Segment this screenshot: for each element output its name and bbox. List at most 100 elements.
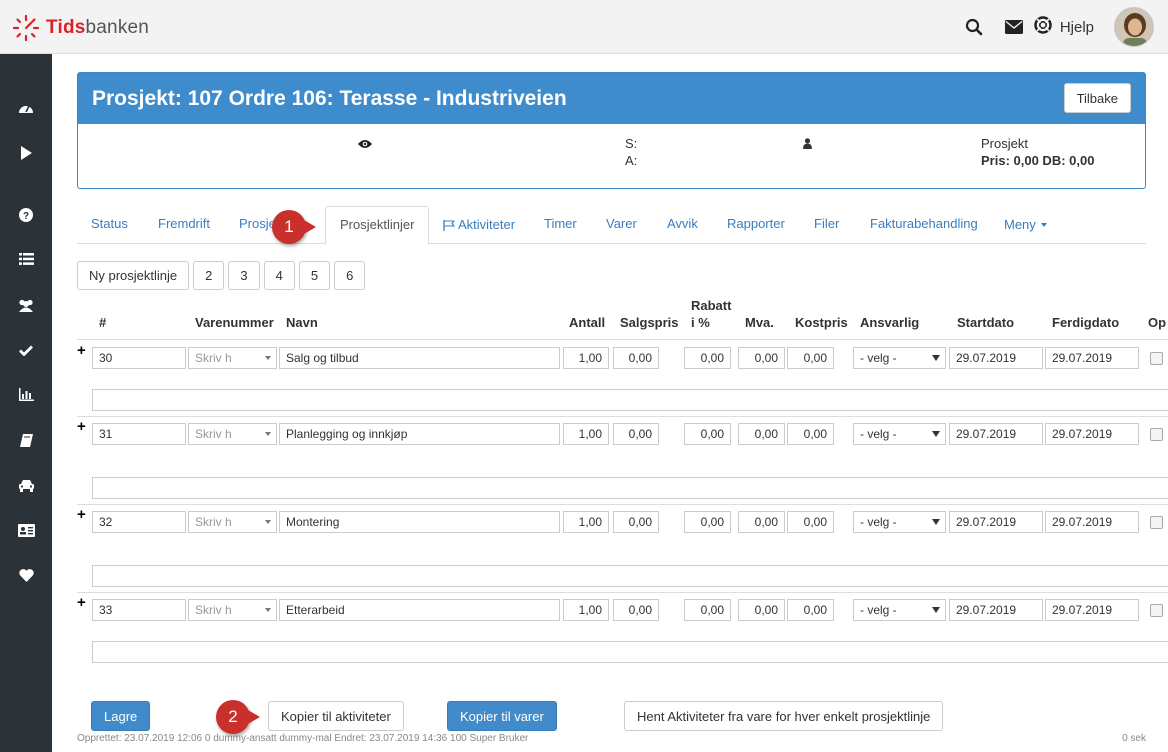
kostpris-input[interactable]: 0,00 — [787, 511, 834, 533]
render-time: 0 sek — [1122, 733, 1146, 744]
rabatt-input[interactable]: 0,00 — [684, 599, 731, 621]
startdato-input[interactable]: 29.07.2019 — [949, 347, 1043, 369]
ferdigdato-input[interactable]: 29.07.2019 — [1045, 423, 1139, 445]
back-button[interactable]: Tilbake — [1063, 83, 1131, 113]
antall-input[interactable]: 1,00 — [563, 423, 609, 445]
tab-status[interactable]: Status — [77, 206, 142, 244]
op-checkbox[interactable] — [1150, 428, 1163, 441]
bar-chart-icon[interactable] — [0, 382, 52, 406]
antall-input[interactable]: 1,00 — [563, 347, 609, 369]
help-circle-icon[interactable]: ? — [0, 203, 52, 227]
add-2-lines-button[interactable]: 2 — [193, 261, 225, 290]
ferdigdato-input[interactable]: 29.07.2019 — [1045, 599, 1139, 621]
startdato-input[interactable]: 29.07.2019 — [949, 423, 1043, 445]
ansvarlig-select[interactable]: - velg - — [853, 511, 946, 533]
op-checkbox[interactable] — [1150, 516, 1163, 529]
line-number-input[interactable]: 33 — [92, 599, 186, 621]
eye-icon[interactable] — [358, 136, 372, 153]
ansvarlig-select[interactable]: - velg - — [853, 599, 946, 621]
navn-input[interactable]: Salg og tilbud — [279, 347, 560, 369]
tab-timer[interactable]: Timer — [530, 206, 591, 244]
kostpris-input[interactable]: 0,00 — [787, 423, 834, 445]
mva-input[interactable]: 0,00 — [738, 423, 785, 445]
tab-aktiviteter[interactable]: Aktiviteter — [429, 206, 529, 244]
fetch-activities-button[interactable]: Hent Aktiviteter fra vare for hver enkel… — [624, 701, 944, 731]
tab-rapporter[interactable]: Rapporter — [713, 206, 799, 244]
line-description-input[interactable] — [92, 389, 1168, 411]
varenummer-select[interactable]: Skriv h — [188, 599, 277, 621]
ansvarlig-select[interactable]: - velg - — [853, 347, 946, 369]
line-description-input[interactable] — [92, 477, 1168, 499]
new-project-line-button[interactable]: Ny prosjektlinje — [77, 261, 190, 290]
book-icon[interactable] — [0, 428, 52, 452]
line-description-input[interactable] — [92, 641, 1168, 663]
tab-avvik[interactable]: Avvik — [653, 206, 712, 244]
add-6-lines-button[interactable]: 6 — [334, 261, 366, 290]
line-number-input[interactable]: 31 — [92, 423, 186, 445]
op-checkbox[interactable] — [1150, 352, 1163, 365]
users-icon[interactable] — [0, 293, 52, 317]
header-rabatt-pct: i % — [691, 315, 710, 330]
line-description-input[interactable] — [92, 565, 1168, 587]
add-5-lines-button[interactable]: 5 — [298, 261, 331, 290]
varenummer-select[interactable]: Skriv h — [188, 347, 277, 369]
antall-input[interactable]: 1,00 — [563, 511, 609, 533]
tab-fremdrift[interactable]: Fremdrift — [144, 206, 224, 244]
expand-plus-icon[interactable]: + — [77, 594, 86, 611]
op-checkbox[interactable] — [1150, 604, 1163, 617]
add-4-lines-button[interactable]: 4 — [263, 261, 295, 290]
navn-input[interactable]: Montering — [279, 511, 560, 533]
antall-input[interactable]: 1,00 — [563, 599, 609, 621]
heart-icon[interactable] — [0, 563, 52, 587]
mva-input[interactable]: 0,00 — [738, 599, 785, 621]
tab-filer[interactable]: Filer — [800, 206, 853, 244]
varenummer-select[interactable]: Skriv h — [188, 511, 277, 533]
help-link[interactable]: Hjelp — [1034, 16, 1094, 38]
kostpris-input[interactable]: 0,00 — [787, 347, 834, 369]
mva-input[interactable]: 0,00 — [738, 347, 785, 369]
rabatt-input[interactable]: 0,00 — [684, 511, 731, 533]
save-button[interactable]: Lagre — [91, 701, 151, 731]
tab-varer[interactable]: Varer — [592, 206, 651, 244]
dashboard-icon[interactable] — [0, 96, 52, 120]
salgspris-input[interactable]: 0,00 — [613, 511, 659, 533]
ferdigdato-input[interactable]: 29.07.2019 — [1045, 511, 1139, 533]
expand-plus-icon[interactable]: + — [77, 506, 86, 523]
copy-to-activities-button[interactable]: Kopier til aktiviteter — [268, 701, 404, 731]
line-number-input[interactable]: 32 — [92, 511, 186, 533]
project-title: Prosjekt: 107 Ordre 106: Terasse - Indus… — [92, 87, 567, 110]
play-icon[interactable] — [0, 141, 52, 165]
expand-plus-icon[interactable]: + — [77, 342, 86, 359]
expand-plus-icon[interactable]: + — [77, 418, 86, 435]
tab-meny[interactable]: Meny — [990, 206, 1061, 244]
add-3-lines-button[interactable]: 3 — [228, 261, 260, 290]
navn-input[interactable]: Planlegging og innkjøp — [279, 423, 560, 445]
kostpris-input[interactable]: 0,00 — [787, 599, 834, 621]
ferdigdato-input[interactable]: 29.07.2019 — [1045, 347, 1139, 369]
varenummer-select[interactable]: Skriv h — [188, 423, 277, 445]
rabatt-input[interactable]: 0,00 — [684, 347, 731, 369]
navn-input[interactable]: Etterarbeid — [279, 599, 560, 621]
salgspris-input[interactable]: 0,00 — [613, 599, 659, 621]
copy-to-items-button[interactable]: Kopier til varer — [447, 701, 557, 731]
car-icon[interactable] — [0, 473, 52, 497]
check-icon[interactable] — [0, 338, 52, 362]
app-logo[interactable]: Tidsbanken — [12, 14, 149, 42]
tab-prosjektlinjer[interactable]: Prosjektlinjer — [325, 206, 430, 245]
id-card-icon[interactable] — [0, 518, 52, 542]
line-number-input[interactable]: 30 — [92, 347, 186, 369]
startdato-input[interactable]: 29.07.2019 — [949, 511, 1043, 533]
salgspris-input[interactable]: 0,00 — [613, 423, 659, 445]
startdato-input[interactable]: 29.07.2019 — [949, 599, 1043, 621]
row-divider — [77, 592, 1168, 593]
tab-fakturabehandling[interactable]: Fakturabehandling — [856, 206, 992, 244]
mva-input[interactable]: 0,00 — [738, 511, 785, 533]
ansvarlig-select[interactable]: - velg - — [853, 423, 946, 445]
avatar[interactable] — [1114, 7, 1154, 47]
callout-badge-2: 2 — [216, 700, 260, 734]
list-icon[interactable] — [0, 247, 52, 271]
salgspris-input[interactable]: 0,00 — [613, 347, 659, 369]
search-icon[interactable] — [954, 0, 994, 54]
rabatt-input[interactable]: 0,00 — [684, 423, 731, 445]
mail-icon[interactable] — [994, 0, 1034, 54]
